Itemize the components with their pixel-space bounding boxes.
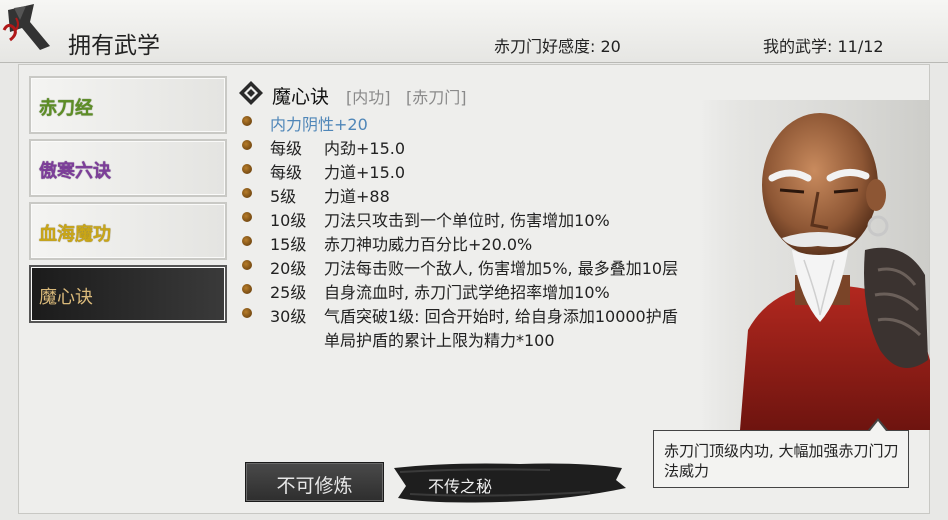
bullet-icon [242, 140, 252, 150]
bullet-icon [242, 212, 252, 222]
effect-row-bonus: 内力阴性+20 [240, 110, 760, 134]
cultivate-button-label: 不可修炼 [276, 475, 353, 497]
effect-row: 5级 力道+88 [240, 182, 760, 206]
effect-level: 每级 [270, 139, 303, 158]
effect-level: 10级 [270, 211, 307, 230]
effect-level: 25级 [270, 283, 307, 302]
bullet-icon [242, 116, 252, 126]
effect-text: 力道+88 [324, 187, 390, 206]
effect-level: 每级 [270, 163, 303, 182]
effect-text: 刀法每击败一个敌人, 伤害增加5%, 最多叠加10层 [324, 259, 679, 278]
effect-level: 15级 [270, 235, 307, 254]
skill-item-moxinjue[interactable]: 魔心诀 [29, 265, 227, 323]
effect-text: 赤刀神功威力百分比+20.0% [324, 235, 533, 254]
effect-text-line2: 单局护盾的累计上限为精力*100 [324, 331, 555, 350]
effect-text: 内劲+15.0 [324, 139, 406, 158]
bullet-icon [242, 236, 252, 246]
skill-detail-header: 魔心诀 [内功] [赤刀门] [234, 76, 654, 110]
ink-brush-stroke-icon [394, 463, 626, 503]
skill-description-box: 赤刀门顶级内功, 大幅加强赤刀门刀法威力 [653, 430, 909, 488]
effect-text: 气盾突破1级: 回合开始时, 给自身添加10000护盾 [324, 307, 678, 326]
secret-status-label: 不传之秘 [428, 477, 493, 496]
martial-count-text: 我的武学: 11/12 [763, 37, 884, 56]
effect-row: 30级 气盾突破1级: 回合开始时, 给自身添加10000护盾 单局护盾的累计上… [240, 302, 760, 350]
effect-level: 20级 [270, 259, 307, 278]
bullet-icon [242, 284, 252, 294]
effect-text: 自身流血时, 赤刀门武学绝招率增加10% [324, 283, 610, 302]
effect-row: 每级 力道+15.0 [240, 158, 760, 182]
skill-item-label: 血海魔功 [39, 224, 111, 245]
skill-name: 魔心诀 [272, 86, 330, 108]
bullet-icon [242, 188, 252, 198]
sect-emblem-icon [2, 4, 50, 50]
inner-power-bonus: 内力阴性+20 [270, 115, 368, 134]
cultivate-button[interactable]: 不可修炼 [245, 462, 384, 502]
skill-item-chidaojing[interactable]: 赤刀经 [29, 76, 227, 134]
secret-status-banner: 不传之秘 [390, 460, 630, 506]
sect-favor-text: 赤刀门好感度: 20 [494, 37, 621, 56]
bullet-icon [242, 164, 252, 174]
character-portrait [700, 100, 930, 430]
effect-row: 15级 赤刀神功威力百分比+20.0% [240, 230, 760, 254]
skill-type-tag: [内功] [346, 88, 391, 107]
effect-row: 10级 刀法只攻击到一个单位时, 伤害增加10% [240, 206, 760, 230]
effect-text: 力道+15.0 [324, 163, 406, 182]
page-title: 拥有武学 [68, 33, 160, 59]
effect-level: 5级 [270, 187, 297, 206]
skill-item-aohanliujue[interactable]: 傲寒六诀 [29, 139, 227, 197]
top-bar: 拥有武学 赤刀门好感度: 20 我的武学: 11/12 [0, 0, 948, 63]
bullet-icon [242, 308, 252, 318]
skill-item-xuehaimogong[interactable]: 血海魔功 [29, 202, 227, 260]
tooltip-pointer-fill [870, 421, 886, 431]
skill-description-text: 赤刀门顶级内功, 大幅加强赤刀门刀法威力 [664, 442, 899, 480]
bullet-icon [242, 260, 252, 270]
effect-text: 刀法只攻击到一个单位时, 伤害增加10% [324, 211, 610, 230]
effect-level: 30级 [270, 307, 307, 326]
skill-item-label: 赤刀经 [39, 98, 93, 119]
martial-arts-screen: 拥有武学 赤刀门好感度: 20 我的武学: 11/12 赤刀经 傲寒六诀 血海魔… [0, 0, 948, 520]
effect-row: 20级 刀法每击败一个敌人, 伤害增加5%, 最多叠加10层 [240, 254, 760, 278]
diamond-icon [239, 81, 263, 105]
effect-row: 25级 自身流血时, 赤刀门武学绝招率增加10% [240, 278, 760, 302]
skill-item-label: 魔心诀 [39, 287, 93, 308]
effect-row: 每级 内劲+15.0 [240, 134, 760, 158]
skill-item-label: 傲寒六诀 [39, 161, 111, 182]
skill-sect-tag: [赤刀门] [406, 88, 467, 107]
